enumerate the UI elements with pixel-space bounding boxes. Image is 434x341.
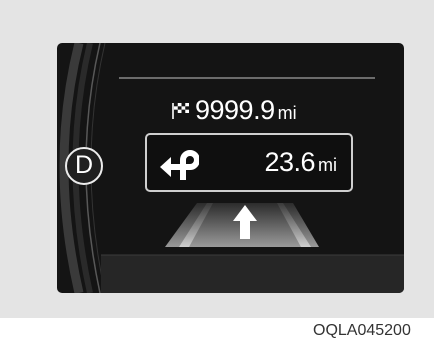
next-turn-distance: 23.6 mi: [264, 147, 337, 178]
destination-distance-value: 9999.9: [195, 95, 275, 125]
next-turn-distance-unit: mi: [318, 155, 337, 175]
next-turn-distance-value: 23.6: [264, 147, 315, 177]
gear-indicator: D: [65, 147, 103, 185]
next-turn-panel: 23.6 mi: [145, 133, 353, 192]
destination-distance: 9999.9 mi: [170, 95, 297, 125]
turn-left-u-turn-icon: [160, 150, 199, 180]
illustration-frame: D 9999.9 mi 23.6 mi: [0, 0, 434, 318]
cluster-display: D 9999.9 mi 23.6 mi: [57, 43, 404, 293]
bottom-band: [101, 255, 404, 293]
destination-distance-unit: mi: [277, 103, 297, 123]
lane-guidance: [165, 203, 319, 247]
checkered-flag-icon: [172, 102, 189, 119]
figure-code: OQLA045200: [313, 322, 411, 339]
